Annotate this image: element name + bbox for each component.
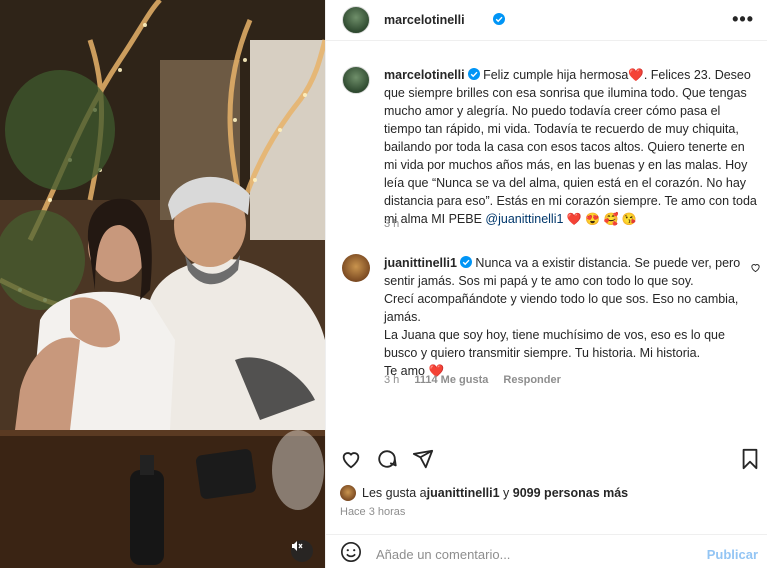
publish-button[interactable]: Publicar: [707, 547, 758, 562]
likes-connector: y: [499, 486, 513, 500]
reply-time: 3 h: [384, 374, 400, 386]
more-options-button[interactable]: •••: [732, 9, 754, 30]
speaker-muted-icon: [292, 541, 303, 551]
comment-bar: Añade un comentario... Publicar: [326, 534, 767, 569]
post-time: Hace 3 horas: [340, 506, 406, 518]
reply-text: juanittinelli1 Nunca va a existir distan…: [384, 254, 744, 380]
owner-avatar[interactable]: [342, 6, 370, 34]
comment-icon: [378, 450, 397, 468]
liker-avatar: [340, 485, 356, 501]
likes-summary: Les gusta a juanittinelli1 y 9099 person…: [340, 485, 628, 501]
caption-time: 3 h: [384, 218, 400, 230]
likes-prefix: Les gusta a: [362, 486, 427, 500]
caption-mention-link[interactable]: @juanittinelli1: [485, 212, 563, 226]
post-sidebar: marcelotinelli ••• marcelotinelli Feliz …: [325, 0, 767, 568]
bookmark-icon: [742, 448, 758, 470]
save-button[interactable]: [740, 448, 760, 473]
caption-username[interactable]: marcelotinelli: [384, 68, 465, 82]
caption-avatar[interactable]: [342, 66, 370, 94]
verified-badge-icon: [493, 13, 505, 25]
post-header: marcelotinelli •••: [326, 0, 767, 41]
action-bar: [326, 440, 767, 476]
mute-button[interactable]: [291, 540, 313, 562]
post-photo[interactable]: [0, 0, 325, 568]
heart-icon: [342, 452, 360, 469]
likes-user[interactable]: juanittinelli1: [427, 486, 500, 500]
comment-button[interactable]: [376, 448, 398, 473]
like-comment-heart-icon[interactable]: [750, 262, 761, 273]
reply-likes[interactable]: 1114 Me gusta: [414, 374, 488, 386]
reply-username[interactable]: juanittinelli1: [384, 256, 457, 270]
caption-body: Feliz cumple hija hermosa❤️. Felices 23.…: [384, 68, 757, 226]
verified-badge-icon: [467, 68, 480, 80]
caption-text: marcelotinelli Feliz cumple hija hermosa…: [384, 66, 760, 228]
like-button[interactable]: [340, 448, 362, 473]
emoji-icon: [341, 542, 361, 562]
reply-line-3: La Juana que soy hoy, tiene muchísimo de…: [384, 328, 725, 360]
header-username[interactable]: marcelotinelli: [384, 13, 465, 27]
verified-badge-icon: [459, 256, 472, 268]
reply-meta: 3 h 1114 Me gusta Responder: [384, 374, 573, 386]
send-icon: [412, 449, 434, 469]
caption-emojis: ❤️ 😍 🥰 😘: [566, 212, 637, 226]
emoji-button[interactable]: [340, 541, 362, 566]
likes-others[interactable]: 9099 personas más: [513, 486, 628, 500]
reply-line-2: Crecí acompañándote y viendo todo lo que…: [384, 292, 739, 324]
comment-input[interactable]: Añade un comentario...: [376, 547, 510, 562]
reply-button[interactable]: Responder: [503, 374, 560, 386]
reply-avatar[interactable]: [342, 254, 370, 282]
photo-illustration: [0, 0, 325, 568]
share-button[interactable]: [412, 448, 434, 473]
